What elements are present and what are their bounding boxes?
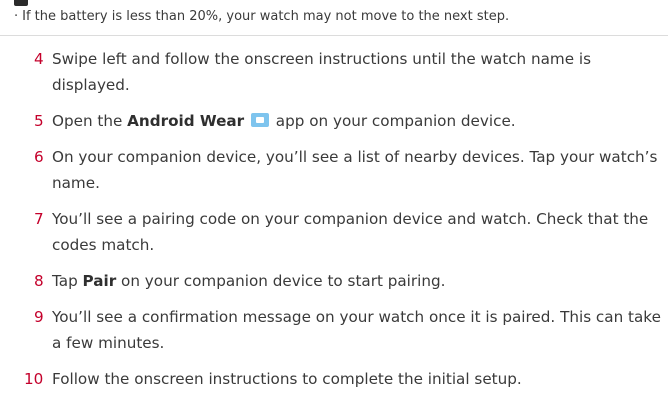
step-text: You’ll see a pairing code on your compan…: [52, 210, 649, 254]
step-text: Open the Android Wear app on your compan…: [52, 112, 516, 130]
step-4: 4 Swipe left and follow the onscreen ins…: [34, 46, 662, 98]
step-text-pre: Tap: [52, 272, 83, 290]
setup-steps-list: 4 Swipe left and follow the onscreen ins…: [24, 46, 662, 402]
step-10: 10 Follow the onscreen instructions to c…: [24, 366, 662, 392]
step-text-pre: Open the: [52, 112, 128, 130]
step-number: 8: [34, 272, 44, 290]
pair-label: Pair: [82, 272, 117, 290]
step-5: 5 Open the Android Wear app on your comp…: [34, 108, 662, 134]
android-wear-app-icon: [250, 113, 269, 127]
step-text: You’ll see a confirmation message on you…: [52, 308, 661, 352]
divider: [0, 35, 668, 36]
step-text: Swipe left and follow the onscreen instr…: [52, 50, 592, 94]
step-number: 4: [34, 50, 44, 68]
step-text: Tap Pair on your companion device to sta…: [52, 272, 445, 290]
step-text-post: on your companion device to start pairin…: [116, 272, 446, 290]
note-text: If the battery is less than 20%, your wa…: [22, 9, 510, 24]
step-text-post: app on your companion device.: [270, 112, 516, 130]
step-text: Follow the onscreen instructions to comp…: [52, 370, 522, 388]
android-wear-app-name: Android Wear: [127, 112, 245, 130]
step-number: 6: [34, 148, 44, 166]
note-icon: [14, 0, 28, 6]
step-6: 6 On your companion device, you’ll see a…: [34, 144, 662, 196]
step-number: 7: [34, 210, 44, 228]
step-7: 7 You’ll see a pairing code on your comp…: [34, 206, 662, 258]
note-bullet: ·: [14, 9, 19, 24]
step-9: 9 You’ll see a confirmation message on y…: [34, 304, 662, 356]
step-text: On your companion device, you’ll see a l…: [52, 148, 658, 192]
step-number: 5: [34, 112, 44, 130]
step-8: 8 Tap Pair on your companion device to s…: [34, 268, 662, 294]
step-number: 10: [24, 370, 44, 388]
battery-note: · If the battery is less than 20%, your w…: [14, 8, 509, 26]
step-number: 9: [34, 308, 44, 326]
